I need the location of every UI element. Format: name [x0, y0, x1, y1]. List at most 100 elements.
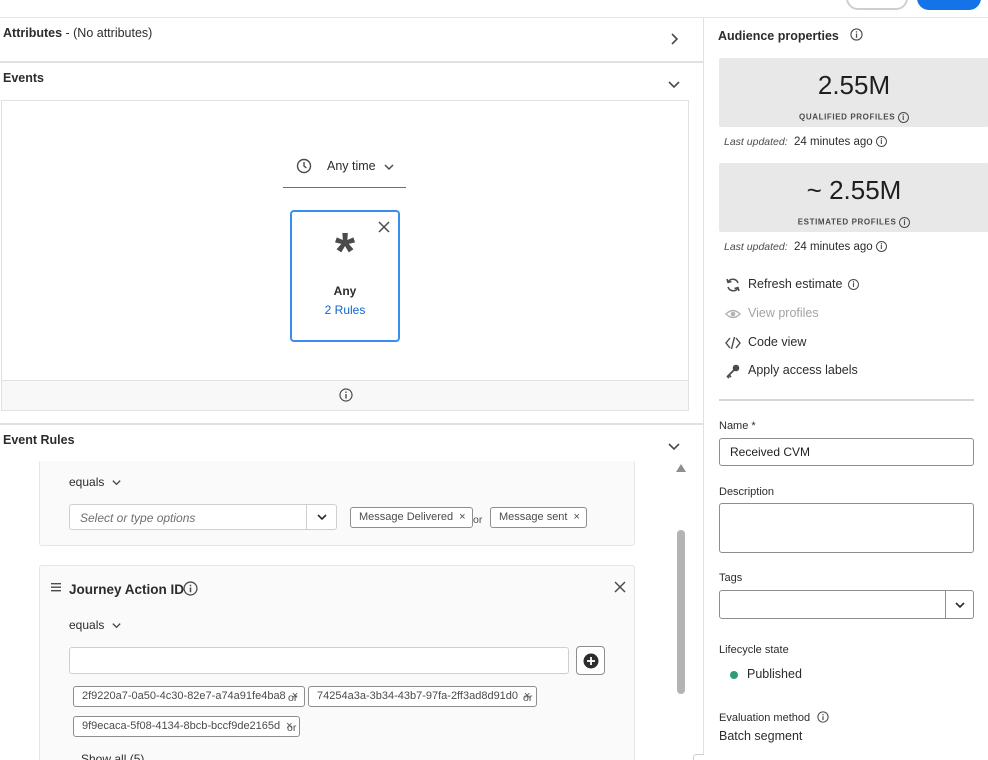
- chevron-down-icon: [384, 164, 394, 171]
- value-tag-label: Message Delivered: [359, 511, 454, 523]
- combobox-toggle[interactable]: [306, 505, 336, 529]
- name-input-value: Received CVM: [730, 445, 811, 459]
- info-icon[interactable]: i: [848, 279, 859, 290]
- info-icon[interactable]: i: [875, 136, 887, 148]
- rule-field-title: Journey Action ID: [69, 582, 185, 597]
- value-tag-label: 2f9220a7-0a50-4c30-82e7-a74a91fe4ba8: [82, 690, 286, 702]
- time-filter-label: Any time: [327, 159, 376, 173]
- value-tag[interactable]: 9f9ecaca-5f08-4134-8bcb-bccf9de2165d ×: [73, 716, 300, 737]
- chevron-down-icon: [317, 514, 327, 521]
- values-combobox[interactable]: Select or type options: [69, 504, 337, 530]
- event-card-rules-link[interactable]: 2 Rules: [292, 303, 398, 317]
- scrollbar-thumb[interactable]: [677, 530, 685, 694]
- code-view-label: Code view: [748, 335, 807, 349]
- chevron-down-icon: [112, 480, 121, 486]
- info-icon[interactable]: i: [899, 217, 911, 228]
- info-icon[interactable]: [850, 28, 863, 41]
- last-updated-label: Last updated:: [724, 136, 788, 148]
- estimated-profiles-label-text: ESTIMATED PROFILES: [797, 217, 897, 227]
- code-icon: [725, 336, 741, 350]
- chevron-down-icon[interactable]: [667, 77, 681, 91]
- or-label: or: [523, 692, 533, 704]
- refresh-icon: [726, 278, 740, 292]
- estimated-profiles-value: ~ 2.55M: [806, 175, 902, 205]
- value-tag[interactable]: 74254a3a-3b34-43b7-97fa-2ff3ad8d91d0 ×: [308, 686, 538, 707]
- panel-title-text: Audience properties: [718, 29, 839, 43]
- description-textarea[interactable]: [719, 503, 974, 553]
- event-rules-title: Event Rules: [3, 433, 75, 447]
- scroll-up-icon[interactable]: [676, 464, 686, 472]
- cancel-button[interactable]: [846, 0, 908, 10]
- events-title: Events: [3, 71, 44, 85]
- value-input[interactable]: [69, 647, 569, 674]
- clock-icon: [296, 158, 312, 174]
- info-icon[interactable]: [817, 711, 829, 723]
- attributes-title: Attributes - (No attributes): [3, 26, 152, 40]
- save-button[interactable]: [917, 0, 981, 10]
- estimated-last-updated: Last updated: 24 minutes ago i: [724, 241, 887, 253]
- close-icon[interactable]: [378, 221, 390, 233]
- asterisk-icon: *: [334, 223, 356, 281]
- operator-label: equals: [69, 475, 105, 489]
- panel-title: Audience properties: [718, 27, 863, 43]
- combobox-placeholder: Select or type options: [80, 511, 196, 525]
- event-card-label: Any: [333, 284, 357, 298]
- operator-dropdown[interactable]: equals: [69, 475, 121, 489]
- divider: [719, 399, 974, 401]
- add-circle-icon: [583, 653, 599, 669]
- value-tag-label: 74254a3a-3b34-43b7-97fa-2ff3ad8d91d0: [317, 690, 519, 702]
- qualified-profiles-value: 2.55M: [817, 70, 891, 100]
- tags-combobox[interactable]: [719, 590, 974, 619]
- top-toolbar: [0, 0, 988, 18]
- events-footer: [2, 380, 688, 410]
- lifecycle-label: Lifecycle state: [719, 644, 789, 656]
- name-label: Name *: [719, 420, 756, 432]
- time-filter-dropdown[interactable]: Any time: [283, 148, 406, 188]
- required-marker: *: [751, 420, 756, 432]
- rule-card-journey-action-id: Journey Action ID equals 2f9220a7-0a50-4…: [39, 565, 635, 760]
- info-icon[interactable]: [339, 388, 353, 402]
- value-tag-label: 9f9ecaca-5f08-4134-8bcb-bccf9de2165d: [82, 720, 281, 732]
- info-icon[interactable]: [183, 581, 198, 596]
- value-tag[interactable]: 2f9220a7-0a50-4c30-82e7-a74a91fe4ba8 ×: [73, 686, 306, 707]
- apply-access-labels-label: Apply access labels: [748, 363, 858, 377]
- evaluation-method-label: Evaluation method: [719, 709, 829, 724]
- qualified-profiles-metric: 2.55M QUALIFIED PROFILES i: [719, 58, 988, 127]
- add-value-button[interactable]: [576, 646, 605, 675]
- last-updated-value: 24 minutes ago: [794, 136, 873, 148]
- value-tag[interactable]: Message Delivered ×: [350, 507, 473, 528]
- estimated-profiles-label: ESTIMATED PROFILES i: [719, 217, 988, 228]
- drag-handle-icon[interactable]: [51, 583, 61, 592]
- view-profiles-label: View profiles: [748, 306, 819, 320]
- attributes-section-header[interactable]: Attributes - (No attributes): [0, 18, 703, 62]
- show-all-link[interactable]: Show all (5): [81, 752, 144, 760]
- chevron-down-icon[interactable]: [667, 439, 681, 453]
- evaluation-method-value: Batch segment: [719, 729, 803, 743]
- attributes-title-text: Attributes: [3, 26, 63, 40]
- name-input[interactable]: Received CVM: [719, 438, 974, 466]
- info-icon[interactable]: i: [897, 112, 909, 123]
- operator-dropdown[interactable]: equals: [69, 618, 121, 632]
- key-icon: [726, 364, 740, 379]
- event-card-any[interactable]: * Any 2 Rules: [290, 210, 400, 342]
- evaluation-method-label-text: Evaluation method: [719, 712, 811, 724]
- value-tag[interactable]: Message sent ×: [490, 507, 587, 528]
- name-label-text: Name: [719, 420, 749, 432]
- chevron-right-icon[interactable]: [667, 32, 681, 46]
- or-label: or: [473, 514, 483, 526]
- last-updated-value: 24 minutes ago: [794, 241, 873, 253]
- tags-label: Tags: [719, 572, 743, 584]
- estimated-profiles-metric: ~ 2.55M ESTIMATED PROFILES i: [719, 163, 988, 232]
- qualified-profiles-label-text: QUALIFIED PROFILES: [799, 112, 896, 122]
- value-tag-label: Message sent: [499, 511, 568, 523]
- tags-dropdown-toggle[interactable]: [945, 591, 973, 618]
- attributes-subtitle: - (No attributes): [62, 26, 153, 40]
- operator-label: equals: [69, 618, 105, 632]
- qualified-profiles-label: QUALIFIED PROFILES i: [719, 112, 988, 123]
- status-indicator: [730, 671, 738, 679]
- refresh-estimate-label: Refresh estimate: [748, 277, 843, 291]
- remove-tag-icon[interactable]: ×: [573, 511, 579, 523]
- info-icon[interactable]: i: [875, 241, 887, 253]
- close-icon[interactable]: [614, 581, 626, 593]
- remove-tag-icon[interactable]: ×: [459, 511, 465, 523]
